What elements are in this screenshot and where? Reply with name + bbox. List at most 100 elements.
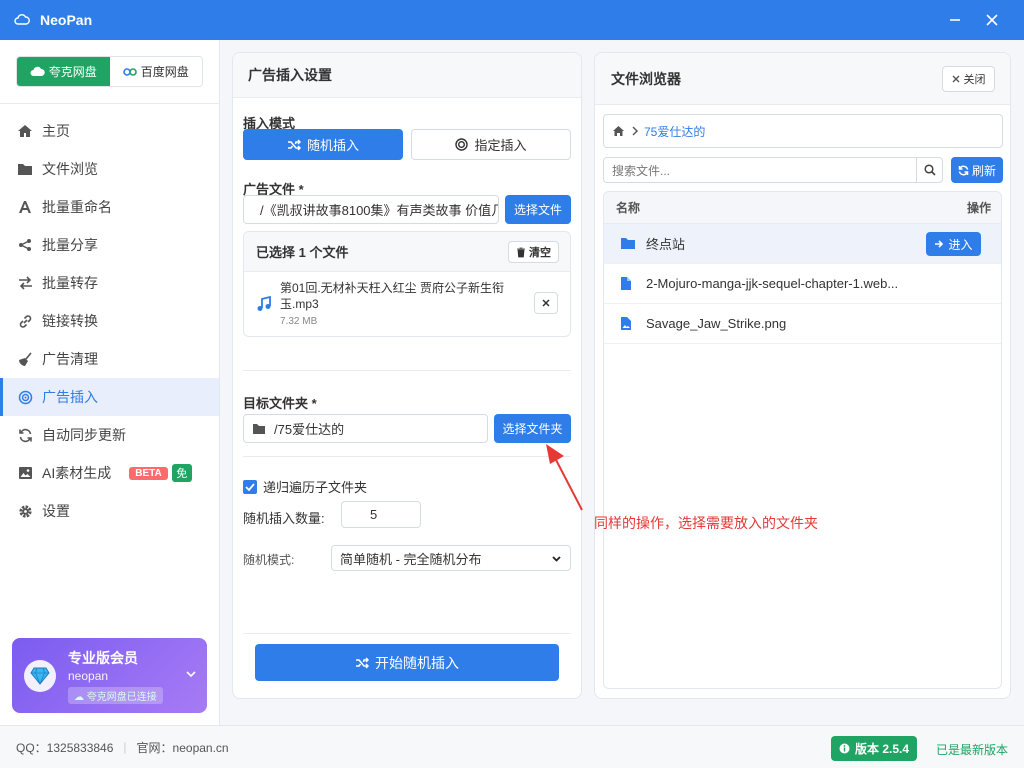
sidebar-item-link[interactable]: 链接转换 <box>0 302 219 340</box>
home-icon <box>18 125 32 137</box>
choose-folder-label: 选择文件夹 <box>502 422 563 436</box>
ad-file-path: /《凯叔讲故事8100集》有声类故事 价值几 <box>260 203 499 218</box>
info-icon <box>839 743 850 754</box>
target-icon <box>18 390 32 404</box>
sidebar-item-label: 批量分享 <box>42 237 98 253</box>
update-status: 已是最新版本 <box>936 743 1009 757</box>
selected-files-title: 已选择 1 个文件 <box>256 245 349 260</box>
sidebar-item-home[interactable]: 主页 <box>0 112 219 150</box>
vip-card[interactable]: 专业版会员 neopan ☁ 夸克网盘已连接 <box>12 638 207 713</box>
selected-files-header: 已选择 1 个文件 清空 <box>244 232 570 272</box>
home-icon[interactable] <box>612 125 625 137</box>
chevron-right-icon <box>632 126 638 136</box>
website-info[interactable]: 官网：neopan.cn <box>137 739 229 756</box>
vip-title: 专业版会员 <box>68 650 138 666</box>
version-badge: 版本 2.5.4 <box>831 736 917 761</box>
minimize-icon <box>950 19 960 21</box>
sidebar-item-adinsert[interactable]: 广告插入 <box>0 378 219 416</box>
beta-badge: BETA <box>129 466 168 480</box>
recursive-checkbox[interactable] <box>243 479 257 494</box>
gear-icon <box>18 504 32 518</box>
close-browser-label: 关闭 <box>963 74 986 86</box>
recursive-option: 递归遍历子文件夹 <box>243 477 367 496</box>
annotation-arrow-icon <box>546 444 583 511</box>
arrow-right-icon <box>935 240 944 248</box>
sidebar-item-label: 批量转存 <box>42 275 98 291</box>
file-browser-panel: 文件浏览器 关闭 75爱仕达的 搜索文件... 刷新 名称 操作 终点站 进入 <box>594 52 1011 699</box>
sidebar-item-adclean[interactable]: 广告清理 <box>0 340 219 378</box>
remove-file-button[interactable] <box>534 292 558 314</box>
random-mode-select[interactable]: 简单随机 - 完全随机分布 <box>331 545 571 571</box>
close-browser-button[interactable]: 关闭 <box>942 66 995 92</box>
breadcrumb-item[interactable]: 75爱仕达的 <box>644 123 705 140</box>
random-mode-value: 简单随机 - 完全随机分布 <box>340 551 482 567</box>
row-name: 终点站 <box>646 237 686 252</box>
cloud-icon <box>30 66 45 76</box>
sidebar-item-browse[interactable]: 文件浏览 <box>0 150 219 188</box>
section-divider <box>243 633 571 634</box>
table-row[interactable]: Savage_Jaw_Strike.png <box>604 304 1001 344</box>
file-table-header: 名称 操作 <box>604 192 1001 224</box>
search-icon <box>923 164 936 176</box>
sidebar-item-label: 自动同步更新 <box>42 427 126 443</box>
sidebar-item-share[interactable]: 批量分享 <box>0 226 219 264</box>
refresh-button[interactable]: 刷新 <box>951 157 1003 183</box>
connection-status: ☁ 夸克网盘已连接 <box>68 687 163 704</box>
sidebar-item-rename[interactable]: 批量重命名 <box>0 188 219 226</box>
selected-file-size: 7.32 MB <box>280 316 318 327</box>
search-input[interactable]: 搜索文件... <box>603 157 943 183</box>
enter-folder-button[interactable]: 进入 <box>926 232 981 256</box>
section-divider <box>243 370 571 371</box>
table-row[interactable]: 终点站 进入 <box>604 224 1001 264</box>
sidebar-item-label: 链接转换 <box>42 313 98 329</box>
refresh-icon <box>958 165 969 175</box>
sidebar-item-label: 广告插入 <box>42 389 98 405</box>
sidebar-divider <box>0 103 219 104</box>
check-icon <box>245 482 255 491</box>
sidebar-item-ai[interactable]: AI素材生成 BETA 免 <box>0 454 219 492</box>
folder-icon <box>253 423 265 434</box>
connection-status-text: 夸克网盘已连接 <box>86 692 157 703</box>
clear-button[interactable]: 清空 <box>508 241 559 263</box>
drive-tab-quark[interactable]: 夸克网盘 <box>17 57 110 86</box>
search-button[interactable] <box>916 158 942 182</box>
sidebar-item-label: AI素材生成 <box>42 465 112 481</box>
sidebar-item-label: 批量重命名 <box>42 199 112 215</box>
start-insert-button[interactable]: 开始随机插入 <box>255 644 559 681</box>
sidebar-item-autosync[interactable]: 自动同步更新 <box>0 416 219 454</box>
mode-specific-button[interactable]: 指定插入 <box>411 129 571 160</box>
close-window-button[interactable] <box>980 8 1004 32</box>
sidebar-item-transfer[interactable]: 批量转存 <box>0 264 219 302</box>
broom-icon <box>18 351 32 366</box>
mode-random-label: 随机插入 <box>306 138 359 153</box>
minimize-button[interactable] <box>943 8 967 32</box>
share-icon <box>19 239 31 251</box>
choose-file-label: 选择文件 <box>513 203 562 217</box>
status-bar: QQ：1325833846 | 官网：neopan.cn 版本 2.5.4 已是… <box>0 725 1024 768</box>
ad-file-input[interactable]: /《凯叔讲故事8100集》有声类故事 价值几 <box>243 195 499 224</box>
link-icon <box>19 314 31 328</box>
music-icon <box>257 296 271 311</box>
row-name: 2-Mojuro-manga-jjk-sequel-chapter-1.web.… <box>646 276 899 291</box>
shuffle-icon <box>287 138 301 151</box>
sidebar-item-label: 设置 <box>42 503 70 519</box>
choose-folder-button[interactable]: 选择文件夹 <box>494 414 571 443</box>
clear-label: 清空 <box>529 247 551 259</box>
sidebar: 夸克网盘 百度网盘 主页 文件浏览 批量重命名 批量分享 批量转存 链接转换 广… <box>0 40 220 725</box>
column-action: 操作 <box>966 201 991 215</box>
sidebar-item-label: 文件浏览 <box>42 161 98 177</box>
drive-tab-baidu[interactable]: 百度网盘 <box>109 57 202 86</box>
section-divider <box>243 456 571 457</box>
target-folder-input[interactable]: /75爱仕达的 <box>243 414 488 443</box>
image-file-icon <box>621 317 631 330</box>
shuffle-icon <box>356 656 369 669</box>
drive-switch: 夸克网盘 百度网盘 <box>16 56 203 87</box>
refresh-label: 刷新 <box>971 163 996 178</box>
count-input[interactable]: 5 <box>341 501 421 528</box>
table-row[interactable]: 2-Mojuro-manga-jjk-sequel-chapter-1.web.… <box>604 264 1001 304</box>
choose-file-button[interactable]: 选择文件 <box>505 195 571 224</box>
mode-random-button[interactable]: 随机插入 <box>243 129 403 160</box>
diamond-icon <box>24 660 56 692</box>
sidebar-item-settings[interactable]: 设置 <box>0 492 219 530</box>
folder-icon <box>621 238 635 249</box>
